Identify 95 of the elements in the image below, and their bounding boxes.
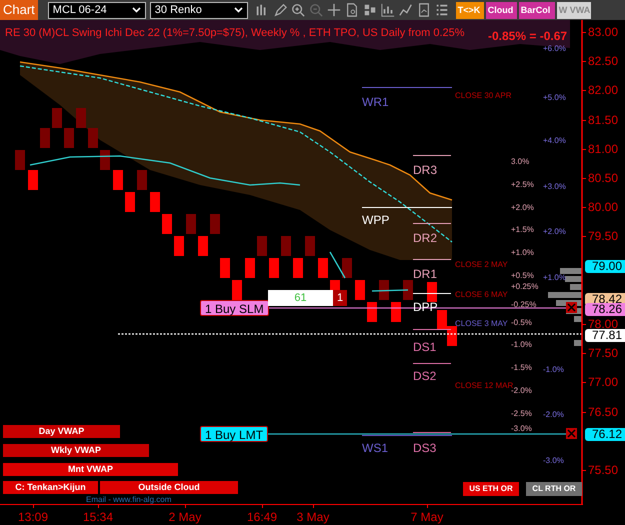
percent-label: -0.25% bbox=[511, 300, 536, 310]
price-tick-label: 76.50 bbox=[588, 404, 618, 419]
price-tick-label: 77.00 bbox=[588, 375, 618, 390]
price-tick-label: 83.00 bbox=[588, 25, 618, 39]
chevron-icon bbox=[132, 7, 141, 13]
percent-label: +0.5% bbox=[511, 271, 534, 281]
bar-chart-icon[interactable] bbox=[380, 3, 395, 17]
percent-label: +5.0% bbox=[543, 93, 566, 103]
layout-icon[interactable] bbox=[362, 3, 377, 17]
time-tick-label: 13:09 bbox=[18, 510, 48, 524]
percent-label: +0.25% bbox=[511, 282, 538, 292]
document-search-icon[interactable] bbox=[344, 3, 359, 17]
price-tick-label: 80.00 bbox=[588, 200, 618, 214]
pencil-icon[interactable] bbox=[272, 3, 287, 17]
price-tick-label: 75.50 bbox=[588, 463, 618, 477]
price-tick-label: 80.50 bbox=[588, 171, 618, 185]
price-tick-label: 81.00 bbox=[588, 142, 618, 156]
close-label: CLOSE 12 MAR bbox=[455, 381, 514, 390]
crosshair-icon[interactable] bbox=[326, 3, 341, 17]
percent-label: -2.0% bbox=[511, 386, 532, 396]
order-tag[interactable]: 1 Buy SLM bbox=[200, 300, 269, 316]
study-button[interactable]: BarCol bbox=[518, 2, 555, 18]
close-icon[interactable] bbox=[566, 428, 577, 439]
time-tick-label: 15:34 bbox=[82, 510, 114, 524]
price-marker: 79.00 bbox=[585, 260, 625, 273]
chart-button[interactable]: Chart bbox=[0, 0, 38, 20]
close-label: CLOSE 6 MAY bbox=[455, 290, 508, 300]
percent-label: 3.0% bbox=[511, 157, 530, 167]
pivot-label: DS1 bbox=[413, 341, 436, 354]
percent-label: -0.5% bbox=[511, 318, 532, 328]
price-tick-label: 82.50 bbox=[588, 54, 618, 68]
indicator-bar: Outside Cloud bbox=[100, 481, 238, 494]
price-tick-label: 82.00 bbox=[588, 83, 618, 98]
indicator-bar: Day VWAP bbox=[3, 425, 120, 438]
order-tag[interactable]: 1 Buy LMT bbox=[200, 426, 268, 442]
percent-label: +6.0% bbox=[543, 44, 566, 54]
close-label: CLOSE 30 APR bbox=[455, 91, 512, 101]
pivot-label: DR2 bbox=[413, 232, 438, 245]
percent-label: -1.0% bbox=[511, 340, 532, 350]
close-label: CLOSE 3 MAY bbox=[455, 319, 508, 329]
line-chart-icon[interactable] bbox=[398, 3, 413, 17]
close-label: CLOSE 2 MAY bbox=[455, 260, 508, 270]
document-chart-icon[interactable] bbox=[416, 3, 431, 17]
dropdown[interactable]: 30 Renko bbox=[150, 2, 248, 18]
price-marker: 78.26 bbox=[585, 303, 625, 316]
quantity-box: 61 bbox=[268, 290, 333, 306]
pivot-label: WPP bbox=[362, 214, 390, 227]
chart-title: RE 30 (M)CL Swing Ichi Dec 22 (1%=7.50p=$75), Weekly % , ETH TPO, US Daily from 0.25% bbox=[5, 26, 465, 41]
percent-label: +3.0% bbox=[543, 182, 566, 192]
pivot-label: DS3 bbox=[413, 442, 436, 455]
status-button[interactable]: US ETH OR bbox=[463, 482, 519, 496]
position-count: 1 bbox=[333, 290, 347, 306]
percent-label: +4.0% bbox=[543, 136, 566, 146]
pivot-label: DR3 bbox=[413, 164, 438, 177]
percent-label: -2.0% bbox=[543, 410, 564, 420]
zoom-in-icon[interactable] bbox=[290, 3, 305, 17]
footer-link[interactable]: Email - www.fin-alg.com bbox=[86, 495, 172, 505]
percent-label: +1.0% bbox=[543, 273, 566, 283]
close-icon[interactable] bbox=[566, 302, 577, 313]
percent-label: +2.5% bbox=[511, 180, 534, 190]
percent-label: -3.0% bbox=[511, 424, 532, 434]
status-button[interactable]: CL RTH OR bbox=[526, 482, 582, 496]
indicator-bar: Mnt VWAP bbox=[3, 463, 178, 476]
price-tick-label: 78.00 bbox=[588, 317, 618, 331]
price-tick-label: 79.50 bbox=[588, 229, 618, 244]
percent-label: +1.5% bbox=[511, 225, 534, 235]
percent-label: +1.0% bbox=[511, 248, 534, 258]
percent-label: -3.0% bbox=[543, 456, 564, 466]
percent-label: +2.0% bbox=[511, 203, 534, 213]
indicator-line bbox=[329, 252, 346, 278]
pivot-label: WS1 bbox=[362, 442, 388, 455]
indicator-line bbox=[372, 289, 408, 292]
study-button[interactable]: T<>K bbox=[456, 2, 484, 18]
indicator-bar: Wkly VWAP bbox=[3, 444, 149, 457]
study-button[interactable]: Cloud bbox=[486, 2, 517, 18]
percent-label: +2.0% bbox=[543, 227, 566, 237]
change-label: -0.85% = -0.67 bbox=[488, 28, 568, 45]
percent-label: -1.5% bbox=[511, 363, 532, 373]
price-tick-label: 81.50 bbox=[588, 112, 618, 127]
pivot-label: WR1 bbox=[362, 96, 389, 109]
time-tick-label: 7 May bbox=[410, 510, 444, 524]
time-tick-label: 16:49 bbox=[246, 510, 278, 524]
indicator-bar: C: Tenkan>Kijun bbox=[3, 481, 98, 494]
price-marker: 76.12 bbox=[585, 428, 625, 441]
pivot-label: DS2 bbox=[413, 370, 436, 383]
percent-label: -2.5% bbox=[511, 409, 532, 419]
pivot-label: DR1 bbox=[413, 268, 438, 281]
price-tick-label: 77.50 bbox=[588, 346, 618, 360]
list-icon[interactable] bbox=[434, 3, 449, 17]
price-marker: 77.81 bbox=[585, 329, 625, 342]
dropdown[interactable]: MCL 06-24 bbox=[48, 2, 146, 18]
time-tick-label: 2 May bbox=[168, 510, 202, 524]
time-tick-label: 3 May bbox=[296, 510, 330, 524]
percent-label: -1.0% bbox=[543, 365, 564, 375]
chevron-icon bbox=[234, 7, 243, 13]
